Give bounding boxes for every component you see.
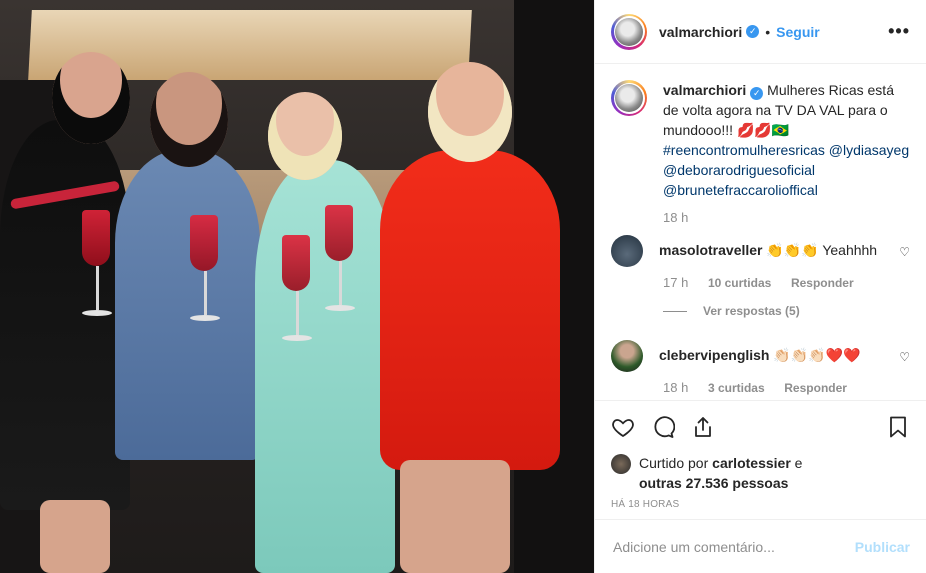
verified-badge-icon: ✓ <box>750 87 764 100</box>
liked-by: Curtido por carlotessier e outras 27.536… <box>611 453 910 493</box>
comment-likes[interactable]: 10 curtidas <box>708 276 771 290</box>
view-replies-button[interactable]: Ver respostas (5) <box>663 304 910 318</box>
comment-input[interactable] <box>611 537 855 556</box>
post-actions: Curtido por carlotessier e outras 27.536… <box>595 400 926 510</box>
post-photo[interactable] <box>0 0 594 573</box>
like-heart-icon[interactable] <box>611 415 635 439</box>
comments-area[interactable]: valmarchiori ✓ Mulheres Ricas está de vol… <box>595 64 926 400</box>
post-side-panel: valmarchiori ✓ • Seguir ••• valmarchiori… <box>594 0 926 573</box>
comment-meta: 18 h 3 curtidas Responder <box>663 380 910 395</box>
champagne-glass-1 <box>82 210 112 330</box>
mention-link[interactable]: @deborarodriguesoficial <box>663 160 910 180</box>
caption-time[interactable]: 18 h <box>663 210 688 225</box>
comment-body: 👏🏻👏🏻👏🏻❤️❤️ <box>773 347 861 363</box>
liked-by-text: Curtido por carlotessier e outras 27.536… <box>639 453 802 493</box>
action-bar <box>611 411 910 443</box>
author-avatar[interactable] <box>611 13 647 50</box>
comment: masolotraveller 👏👏👏 Yeahhhh ♡ <box>611 235 910 267</box>
follow-button[interactable]: Seguir <box>776 24 820 40</box>
commenter-avatar[interactable] <box>611 340 643 372</box>
like-comment-heart-icon[interactable]: ♡ <box>899 245 910 259</box>
comment-time[interactable]: 17 h <box>663 275 688 290</box>
champagne-glass-2 <box>190 215 220 335</box>
replies-line <box>663 310 687 312</box>
comment-username[interactable]: masolotraveller <box>659 242 763 258</box>
liked-by-avatar[interactable] <box>611 454 631 474</box>
liked-by-prefix: Curtido por <box>639 455 709 471</box>
caption: valmarchiori ✓ Mulheres Ricas está de vol… <box>611 80 910 200</box>
comment-meta: 17 h 10 curtidas Responder <box>663 275 910 290</box>
woman-blue-dress <box>115 150 260 460</box>
verified-badge-icon: ✓ <box>746 25 760 38</box>
liked-by-and: e <box>794 455 803 471</box>
woman-red-dress <box>380 150 560 470</box>
commenter-avatar[interactable] <box>611 235 643 267</box>
comment-likes[interactable]: 3 curtidas <box>708 381 765 395</box>
comment-body: 👏👏👏 Yeahhhh <box>766 242 878 258</box>
reply-button[interactable]: Responder <box>784 381 847 395</box>
share-icon[interactable] <box>691 415 715 439</box>
bookmark-icon[interactable] <box>886 415 910 439</box>
head-1 <box>52 52 130 144</box>
add-comment-bar: Publicar <box>595 519 926 573</box>
comment-icon[interactable] <box>651 415 675 439</box>
head-4 <box>428 62 512 162</box>
comment-text: clebervipenglish 👏🏻👏🏻👏🏻❤️❤️ <box>659 346 861 372</box>
author-username[interactable]: valmarchiori <box>659 24 742 40</box>
champagne-glass-4 <box>325 205 355 325</box>
caption-avatar[interactable] <box>611 80 647 116</box>
like-comment-heart-icon[interactable]: ♡ <box>899 350 910 364</box>
comment-username[interactable]: clebervipenglish <box>659 347 769 363</box>
legs-4 <box>400 460 510 573</box>
comment: clebervipenglish 👏🏻👏🏻👏🏻❤️❤️ ♡ <box>611 340 910 372</box>
post-time-ago[interactable]: HÁ 18 HORAS <box>611 499 910 510</box>
red-stripe <box>9 180 121 210</box>
champagne-glass-3 <box>282 235 312 355</box>
reply-button[interactable]: Responder <box>791 276 854 290</box>
caption-text: valmarchiori ✓ Mulheres Ricas está de vol… <box>663 80 910 200</box>
publish-button[interactable]: Publicar <box>855 539 910 555</box>
comment-time[interactable]: 18 h <box>663 380 688 395</box>
post-header: valmarchiori ✓ • Seguir ••• <box>595 0 926 64</box>
head-2 <box>150 72 228 167</box>
caption-meta: 18 h <box>663 210 910 225</box>
head-3 <box>268 92 342 180</box>
view-replies-label: Ver respostas (5) <box>703 304 800 318</box>
caption-username[interactable]: valmarchiori <box>663 82 746 98</box>
separator-dot: • <box>765 23 771 40</box>
more-options-icon[interactable]: ••• <box>888 21 910 42</box>
hashtag-link[interactable]: #reencontromulheresricas @lydiasayeg <box>663 140 910 160</box>
mention-link[interactable]: @brunetefraccarolioffical <box>663 180 910 200</box>
liked-by-user[interactable]: carlotessier <box>712 455 791 471</box>
liked-by-others[interactable]: outras 27.536 pessoas <box>639 475 788 491</box>
legs-1 <box>40 500 110 573</box>
comment-text: masolotraveller 👏👏👏 Yeahhhh <box>659 241 877 267</box>
